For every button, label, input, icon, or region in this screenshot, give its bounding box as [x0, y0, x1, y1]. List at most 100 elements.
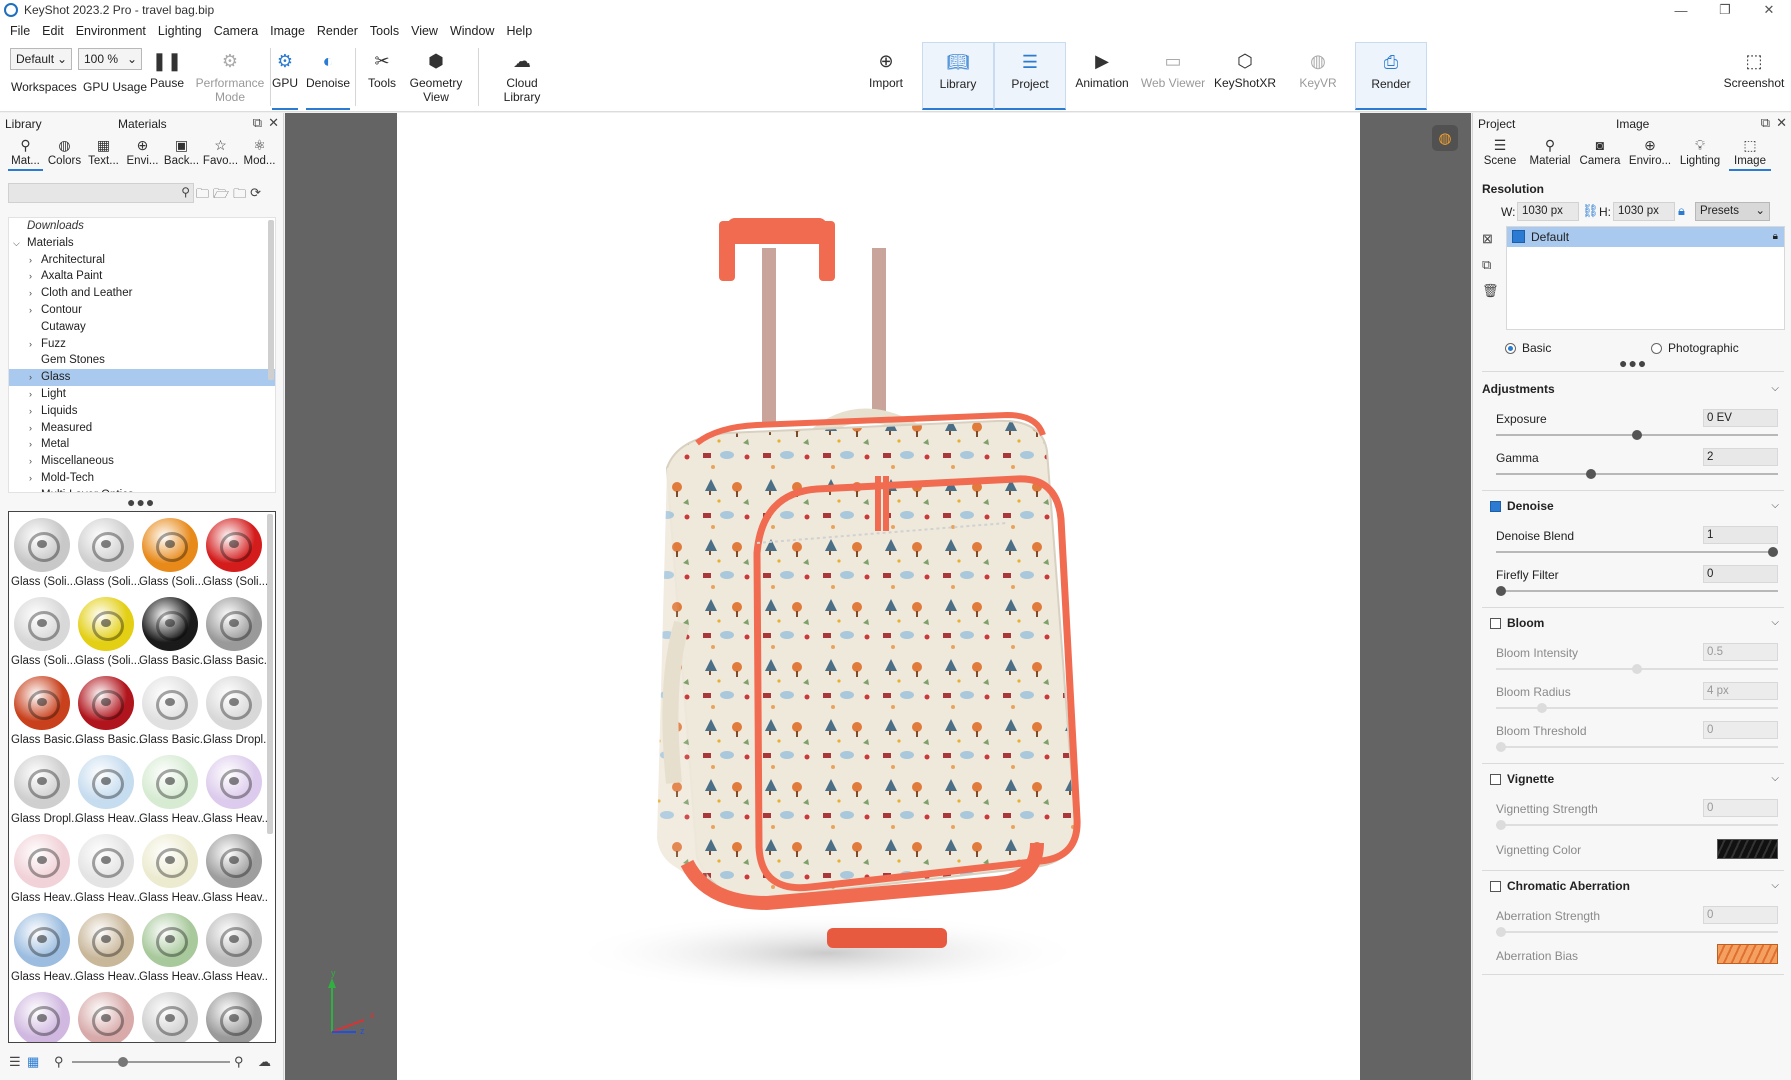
chevron-right-icon[interactable]: › — [29, 252, 32, 269]
link-chain-icon[interactable]: ⛓ — [1582, 203, 1599, 219]
tab-backplates[interactable]: ▣ Back... — [162, 133, 201, 171]
tab-materials[interactable]: ⚲ Mat... — [6, 133, 45, 171]
menu-help[interactable]: Help — [500, 24, 538, 38]
add-preset-icon[interactable]: ⊠ — [1482, 231, 1493, 247]
material-thumbnail[interactable]: Glass Heav... — [11, 830, 77, 909]
tree-item[interactable]: › Metal — [9, 436, 275, 453]
refresh-icon[interactable]: ⟳ — [250, 185, 261, 207]
folder-add-icon[interactable]: 🗀︎ — [196, 185, 209, 207]
width-input[interactable]: 1030 px — [1517, 202, 1579, 221]
bloom-threshold-knob[interactable] — [1496, 742, 1506, 752]
tab-environment[interactable]: ⊕ Enviro... — [1625, 133, 1675, 171]
chevron-down-icon[interactable]: ⌵ — [1771, 500, 1779, 511]
material-thumbnail[interactable]: Glass Heav... — [139, 751, 205, 830]
menu-file[interactable]: File — [4, 24, 36, 38]
tree-item-materials[interactable]: ⌵ Materials — [9, 235, 275, 252]
aberration-strength-input[interactable]: 0 — [1703, 906, 1778, 924]
material-thumbnail[interactable] — [139, 988, 203, 1042]
chevron-right-icon[interactable]: › — [29, 420, 32, 437]
material-thumbnail[interactable] — [75, 988, 139, 1042]
material-thumbnail[interactable]: Glass (Soli... — [139, 514, 204, 593]
tree-item[interactable]: › Light — [9, 386, 275, 403]
tab-image[interactable]: ⬚ Image — [1725, 133, 1775, 171]
chevron-right-icon[interactable]: › — [29, 403, 32, 420]
chromatic-aberration-header[interactable]: Chromatic Aberration — [1490, 879, 1630, 893]
close-panel-icon[interactable]: ✕ — [1776, 115, 1787, 131]
close-button[interactable]: ✕ — [1747, 0, 1791, 20]
preset-checkbox[interactable] — [1512, 230, 1525, 243]
bloom-checkbox[interactable] — [1490, 617, 1501, 629]
photographic-option[interactable]: Photographic — [1651, 341, 1739, 355]
vignette-checkbox[interactable] — [1490, 773, 1501, 785]
tab-colors[interactable]: ◍ Colors — [45, 133, 84, 171]
performance-mode-button[interactable]: ⚙ Performance Mode — [194, 42, 266, 112]
material-thumbnail[interactable]: Glass Heav... — [203, 909, 269, 988]
menu-window[interactable]: Window — [444, 24, 500, 38]
material-thumbnail[interactable]: Glass Heav... — [75, 909, 141, 988]
tree-item[interactable]: › Mold-Tech — [9, 470, 275, 487]
tab-environments[interactable]: ⊕ Envi... — [123, 133, 162, 171]
bloom-header[interactable]: Bloom — [1490, 616, 1544, 630]
adjustments-header[interactable]: Adjustments — [1482, 382, 1555, 396]
material-thumbnail[interactable]: Glass Basic... — [11, 672, 77, 751]
menu-edit[interactable]: Edit — [36, 24, 70, 38]
vignetting-color-swatch[interactable] — [1717, 839, 1778, 859]
folder-export-icon[interactable]: 🗀︎ — [233, 185, 246, 207]
material-thumbnail[interactable]: Glass (Soli... — [75, 593, 140, 672]
lock-icon[interactable]: 🔒︎ — [1678, 203, 1685, 219]
tree-item[interactable]: › Axalta Paint — [9, 268, 275, 285]
list-view-icon[interactable]: ☰ — [9, 1054, 21, 1070]
import-button[interactable]: ⊕ Import — [862, 42, 910, 112]
material-thumbnail[interactable]: Glass Heav... — [203, 830, 269, 909]
material-thumbnail[interactable]: Glass (Soli... — [11, 593, 76, 672]
keyvr-button[interactable]: ◍ KeyVR — [1290, 42, 1346, 112]
grid-view-icon[interactable]: ▦ — [27, 1054, 39, 1070]
tree-item-downloads[interactable]: Downloads — [9, 218, 275, 235]
exposure-slider-knob[interactable] — [1632, 430, 1642, 440]
gpu-usage-select[interactable]: 100 % ⌄ — [78, 48, 142, 70]
tree-item[interactable]: › Liquids — [9, 403, 275, 420]
preset-item-default[interactable]: Default 🔒︎ — [1507, 227, 1784, 247]
material-thumbnail[interactable]: Glass (Soli... — [203, 514, 268, 593]
tree-item[interactable]: › Multi-Layer Optics — [9, 487, 275, 492]
undock-icon[interactable]: ⧉ — [253, 115, 262, 131]
cloud-library-button[interactable]: ☁ Cloud Library — [496, 42, 548, 112]
bloom-threshold-input[interactable]: 0 — [1703, 721, 1778, 739]
tree-item[interactable]: Gem Stones — [9, 352, 275, 369]
tree-item[interactable]: Cutaway — [9, 319, 275, 336]
menu-lighting[interactable]: Lighting — [152, 24, 208, 38]
chevron-down-icon[interactable]: ⌵ — [1771, 383, 1779, 394]
bloom-intensity-input[interactable]: 0.5 — [1703, 643, 1778, 661]
material-thumbnail[interactable]: Glass Basic... — [203, 593, 269, 672]
chevron-right-icon[interactable]: › — [29, 268, 32, 285]
render-viewport[interactable] — [397, 113, 1360, 1080]
gamma-slider[interactable] — [1496, 473, 1778, 475]
aberration-strength-knob[interactable] — [1496, 927, 1506, 937]
material-thumbnail[interactable]: Glass (Soli... — [11, 514, 76, 593]
aberration-strength-slider[interactable] — [1496, 931, 1778, 933]
tab-scene[interactable]: ☰ Scene — [1475, 133, 1525, 171]
gamma-slider-knob[interactable] — [1585, 469, 1596, 479]
tree-item[interactable]: › Glass — [9, 369, 275, 386]
library-search-input[interactable]: ⚲ — [8, 183, 194, 203]
chevron-right-icon[interactable]: › — [29, 386, 32, 403]
duplicate-preset-icon[interactable]: ⧉ — [1482, 257, 1491, 273]
tree-item[interactable]: › Miscellaneous — [9, 453, 275, 470]
material-thumbnail[interactable] — [11, 988, 75, 1042]
chevron-down-icon[interactable]: ⌵ — [1771, 617, 1779, 628]
chevron-down-icon[interactable]: ⌵ — [1771, 773, 1779, 784]
undock-icon[interactable]: ⧉ — [1761, 115, 1770, 131]
material-thumbnail[interactable]: Glass Heav... — [139, 830, 205, 909]
tab-camera[interactable]: ◙ Camera — [1575, 133, 1625, 171]
firefly-filter-input[interactable]: 0 — [1703, 565, 1778, 583]
denoise-blend-knob[interactable] — [1768, 547, 1778, 557]
delete-icon[interactable]: 🗑︎ — [1482, 283, 1499, 299]
material-thumbnail[interactable]: Glass Basic... — [139, 672, 205, 751]
material-thumbnail[interactable]: Glass Basic... — [139, 593, 205, 672]
folder-import-icon[interactable]: 🗁︎ — [213, 185, 229, 207]
menu-render[interactable]: Render — [311, 24, 364, 38]
tools-button[interactable]: ✂ Tools — [362, 42, 402, 112]
chevron-right-icon[interactable]: › — [29, 285, 32, 302]
gamma-input[interactable]: 2 — [1703, 448, 1778, 466]
web-viewer-button[interactable]: ▭ Web Viewer — [1140, 42, 1206, 112]
